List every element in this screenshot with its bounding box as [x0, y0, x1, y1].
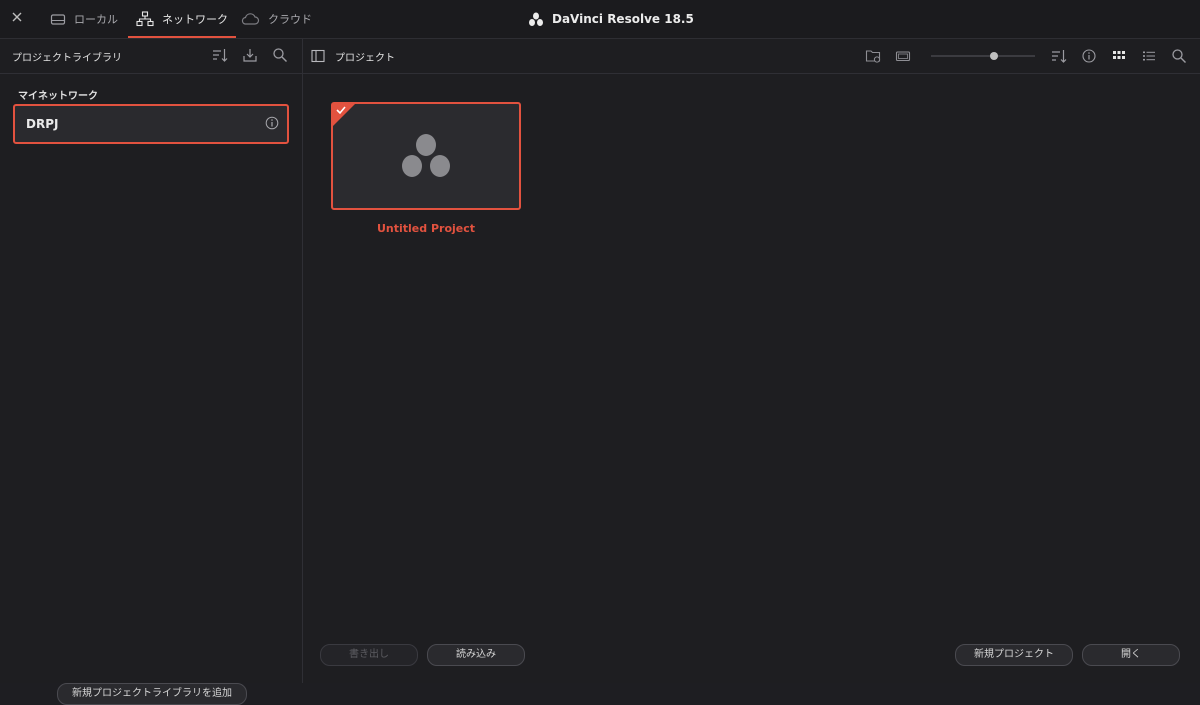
import-library-icon[interactable] [242, 47, 258, 63]
davinci-logo-icon [402, 134, 450, 177]
import-button[interactable]: 読み込み [427, 644, 525, 666]
list-view-icon[interactable] [1141, 48, 1157, 64]
library-name: DRPJ [26, 117, 59, 131]
project-card[interactable]: Untitled Project [331, 102, 521, 242]
top-bar: ローカル ネットワーク クラウド DaVinci Resolve 18.5 [0, 0, 1200, 39]
library-item-drpj[interactable]: DRPJ [13, 104, 289, 144]
tab-network-label: ネットワーク [162, 13, 228, 26]
new-project-button[interactable]: 新規プロジェクト [955, 644, 1073, 666]
drive-icon [50, 14, 66, 25]
app-title: DaVinci Resolve 18.5 [528, 0, 694, 38]
info-icon[interactable] [1081, 48, 1097, 64]
tab-local-label: ローカル [74, 13, 118, 26]
project-panel-header: プロジェクト [303, 39, 1200, 74]
davinci-logo-icon [529, 12, 543, 26]
tab-cloud[interactable]: クラウド [240, 0, 312, 38]
export-button[interactable]: 書き出し [320, 644, 418, 666]
project-thumbnail[interactable] [331, 102, 521, 210]
open-button[interactable]: 開く [1082, 644, 1180, 666]
library-panel-header: プロジェクトライブラリ [0, 39, 302, 74]
tab-cloud-label: クラウド [268, 13, 312, 26]
my-network-label: マイネットワーク [18, 91, 98, 102]
project-library-panel: プロジェクトライブラリ マイネットワーク DRPJ 新規プロジェクトライブラリを… [0, 39, 303, 705]
search-icon[interactable] [1171, 48, 1187, 64]
project-panel: プロジェクト Untitled Project 書き出し 読み込み 新規プロジェ… [303, 39, 1200, 683]
active-tab-underline [128, 36, 236, 38]
info-icon[interactable] [265, 116, 279, 130]
tab-network[interactable]: ネットワーク [128, 0, 236, 38]
grid-view-icon[interactable] [1111, 48, 1127, 64]
thumbnail-view-icon[interactable] [895, 48, 911, 64]
library-panel-title: プロジェクトライブラリ [12, 53, 122, 64]
close-icon[interactable] [10, 10, 24, 24]
app-title-text: DaVinci Resolve 18.5 [552, 12, 694, 26]
sort-icon[interactable] [212, 47, 228, 63]
add-library-button[interactable]: 新規プロジェクトライブラリを追加 [57, 683, 247, 705]
cloud-icon [241, 13, 260, 25]
project-name[interactable]: Untitled Project [331, 222, 521, 235]
search-icon[interactable] [272, 47, 288, 63]
new-folder-icon[interactable] [865, 48, 881, 64]
network-icon [136, 11, 154, 27]
slider-knob[interactable] [990, 52, 998, 60]
sidebar-toggle-icon[interactable] [311, 49, 325, 63]
sort-icon[interactable] [1051, 48, 1067, 64]
thumbnail-size-slider[interactable] [931, 52, 1035, 60]
tab-local[interactable]: ローカル [50, 0, 118, 38]
project-panel-title: プロジェクト [335, 53, 395, 64]
checkmark-icon [336, 106, 346, 115]
